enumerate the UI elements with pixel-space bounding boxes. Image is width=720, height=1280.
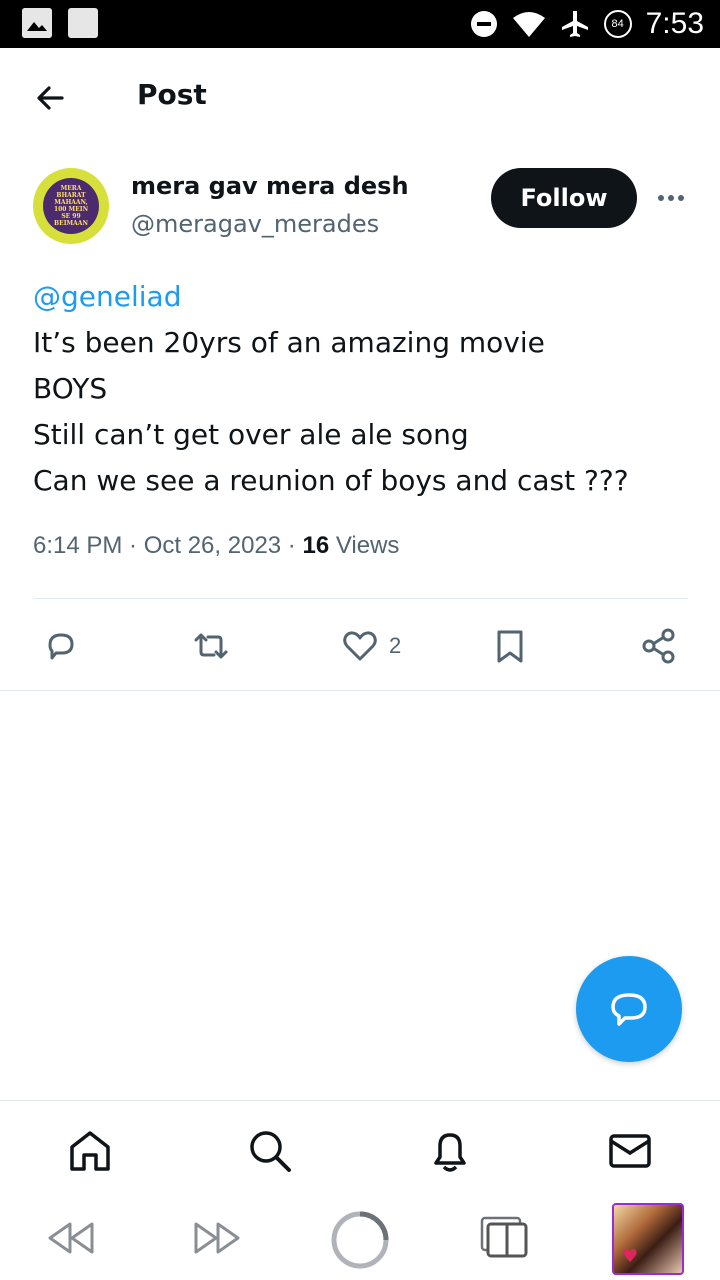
bookmark-button[interactable] <box>491 626 529 666</box>
divider <box>0 690 720 691</box>
divider <box>33 598 688 599</box>
page-title: Post <box>137 78 207 111</box>
more-dot-icon <box>658 195 664 201</box>
retweet-icon <box>194 633 228 659</box>
bookmark-icon <box>497 630 523 663</box>
more-dot-icon <box>678 195 684 201</box>
reply-button[interactable] <box>42 626 80 666</box>
reply-icon <box>48 633 74 660</box>
tabs-icon <box>480 1216 528 1258</box>
tweet-meta: 6:14 PM · Oct 26, 2023 · 16 Views <box>33 532 399 560</box>
fast-forward-button[interactable] <box>188 1210 244 1266</box>
status-right-icons: 84 7:53 <box>470 6 704 42</box>
battery-icon: 84 <box>603 10 632 38</box>
bell-icon <box>434 1133 466 1172</box>
author-display-name[interactable]: mera gav mera desh <box>131 172 409 200</box>
compose-reply-button[interactable] <box>576 956 682 1062</box>
square-icon <box>68 8 98 38</box>
status-bar: 84 7:53 <box>0 0 720 48</box>
nav-search[interactable] <box>246 1127 294 1175</box>
image-icon <box>22 8 52 38</box>
home-circle-button[interactable] <box>330 1210 389 1269</box>
home-icon <box>70 1131 110 1171</box>
follow-button[interactable]: Follow <box>491 168 637 228</box>
tabs-button[interactable] <box>478 1210 534 1266</box>
status-left-icons <box>22 8 98 38</box>
fast-forward-icon <box>194 1222 240 1254</box>
back-arrow-icon <box>37 86 64 110</box>
mention-link[interactable]: @geneliad <box>33 274 693 320</box>
like-button[interactable]: 2 <box>341 626 401 666</box>
views-count[interactable]: 16 <box>302 532 329 559</box>
back-button[interactable] <box>32 80 68 116</box>
tweet-line: Still can’t get over ale ale song <box>33 418 469 451</box>
rewind-button[interactable] <box>44 1210 100 1266</box>
post-header: Post <box>0 48 720 148</box>
wifi-icon <box>512 12 545 37</box>
more-dot-icon <box>668 195 674 201</box>
status-time: 7:53 <box>645 7 704 40</box>
avatar[interactable]: MERA BHARAT MAHAAN, 100 MEIN SE 99 BEIMA… <box>33 168 109 244</box>
nav-notifications[interactable] <box>426 1127 474 1175</box>
tweet-timestamp: 6:14 PM · Oct 26, 2023 · <box>33 532 303 559</box>
rewind-icon <box>48 1222 94 1254</box>
more-options-button[interactable] <box>654 184 688 212</box>
airplane-icon <box>561 11 588 37</box>
search-icon <box>250 1131 291 1172</box>
browser-toolbar: ♥ <box>0 1196 720 1280</box>
tweet-line: Can we see a reunion of boys and cast ??… <box>33 464 629 497</box>
views-label: Views <box>329 532 400 559</box>
avatar-logo: MERA BHARAT MAHAAN, 100 MEIN SE 99 BEIMA… <box>43 178 99 234</box>
heart-icon <box>343 631 377 661</box>
action-bar: 2 <box>0 620 720 670</box>
nav-home[interactable] <box>66 1127 114 1175</box>
like-count: 2 <box>389 633 402 658</box>
tweet-line: It’s been 20yrs of an amazing movie <box>33 326 545 359</box>
reply-bubble-icon <box>611 993 647 1026</box>
share-icon <box>642 628 675 664</box>
app-thumbnail[interactable]: ♥ <box>612 1203 684 1275</box>
heart-icon: ♥ <box>622 1246 639 1267</box>
author-handle[interactable]: @meragav_merades <box>131 210 379 238</box>
circle-icon <box>331 1211 389 1269</box>
mail-icon <box>609 1134 651 1168</box>
bottom-nav <box>0 1100 720 1196</box>
retweet-button[interactable] <box>192 626 230 666</box>
do-not-disturb-icon <box>470 11 497 37</box>
share-button[interactable] <box>640 626 678 666</box>
nav-messages[interactable] <box>606 1127 654 1175</box>
tweet-line: BOYS <box>33 372 108 405</box>
tweet-text: @geneliad It’s been 20yrs of an amazing … <box>33 274 693 504</box>
